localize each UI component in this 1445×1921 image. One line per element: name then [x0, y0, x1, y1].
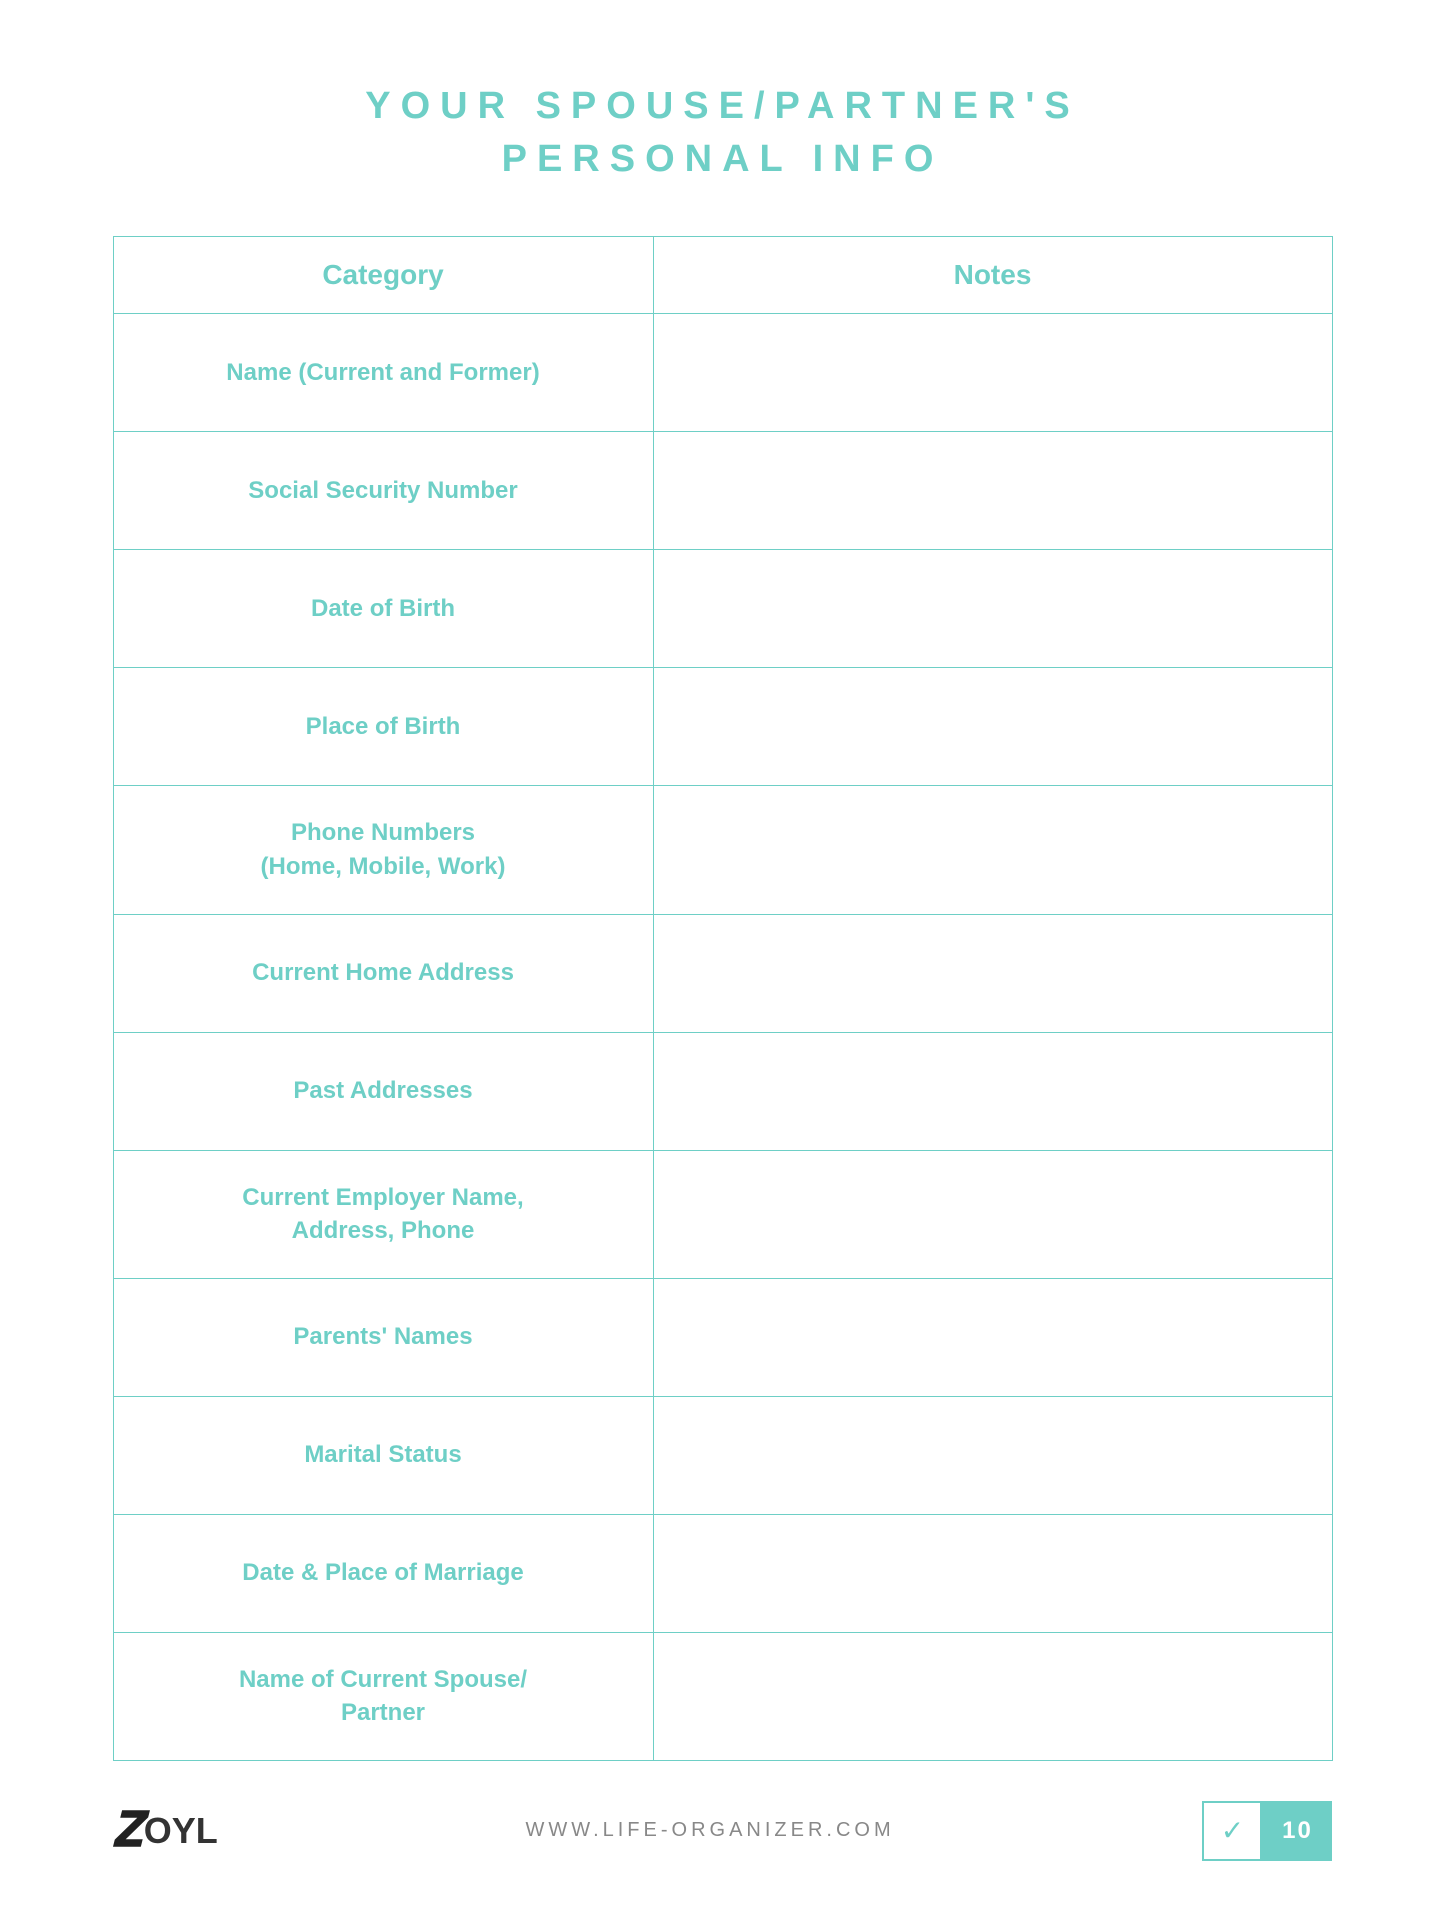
notes-cell-marital[interactable] — [654, 1397, 1332, 1514]
table-row: Current Employer Name,Address, Phone — [114, 1151, 1332, 1279]
footer-page: ✓ 10 — [1202, 1801, 1332, 1861]
footer-logo: 𝐙 OYL — [113, 1803, 218, 1859]
footer: 𝐙 OYL WWW.LIFE-ORGANIZER.COM ✓ 10 — [113, 1801, 1333, 1861]
title-line1: YOUR SPOUSE/PARTNER'S — [365, 85, 1080, 127]
check-icon: ✓ — [1221, 1814, 1244, 1848]
notes-cell-name[interactable] — [654, 314, 1332, 431]
table-row: Marital Status — [114, 1397, 1332, 1515]
table-header: Category Notes — [114, 237, 1332, 314]
table-row: Name of Current Spouse/Partner — [114, 1633, 1332, 1760]
footer-url: WWW.LIFE-ORGANIZER.COM — [526, 1819, 895, 1842]
notes-cell-parents[interactable] — [654, 1279, 1332, 1396]
notes-cell-dob[interactable] — [654, 550, 1332, 667]
table-row: Date of Birth — [114, 550, 1332, 668]
category-cell-dob: Date of Birth — [114, 550, 654, 667]
info-table: Category Notes Name (Current and Former)… — [113, 236, 1333, 1761]
category-header: Category — [114, 237, 654, 313]
page-number-box: 10 — [1262, 1801, 1332, 1861]
category-cell-past-addresses: Past Addresses — [114, 1033, 654, 1150]
table-row: Name (Current and Former) — [114, 314, 1332, 432]
notes-cell-spouse[interactable] — [654, 1633, 1332, 1760]
table-row: Past Addresses — [114, 1033, 1332, 1151]
category-cell-pob: Place of Birth — [114, 668, 654, 785]
category-cell-marital: Marital Status — [114, 1397, 654, 1514]
table-row: Parents' Names — [114, 1279, 1332, 1397]
notes-cell-pob[interactable] — [654, 668, 1332, 785]
category-cell-name: Name (Current and Former) — [114, 314, 654, 431]
table-row: Phone Numbers(Home, Mobile, Work) — [114, 786, 1332, 914]
category-cell-address: Current Home Address — [114, 915, 654, 1032]
category-cell-marriage: Date & Place of Marriage — [114, 1515, 654, 1632]
table-row: Current Home Address — [114, 915, 1332, 1033]
category-cell-spouse: Name of Current Spouse/Partner — [114, 1633, 654, 1760]
table-row: Place of Birth — [114, 668, 1332, 786]
notes-cell-address[interactable] — [654, 915, 1332, 1032]
table-row: Social Security Number — [114, 432, 1332, 550]
category-cell-phone: Phone Numbers(Home, Mobile, Work) — [114, 786, 654, 913]
title-line2: PERSONAL INFO — [502, 138, 944, 180]
page-number: 10 — [1282, 1817, 1313, 1845]
logo-z-icon: 𝐙 — [113, 1803, 142, 1859]
notes-cell-marriage[interactable] — [654, 1515, 1332, 1632]
notes-header: Notes — [654, 237, 1332, 313]
table-row: Date & Place of Marriage — [114, 1515, 1332, 1633]
notes-cell-employer[interactable] — [654, 1151, 1332, 1278]
check-box: ✓ — [1202, 1801, 1262, 1861]
page-title: YOUR SPOUSE/PARTNER'S PERSONAL INFO — [365, 80, 1080, 186]
notes-cell-past-addresses[interactable] — [654, 1033, 1332, 1150]
notes-cell-ssn[interactable] — [654, 432, 1332, 549]
page: YOUR SPOUSE/PARTNER'S PERSONAL INFO Cate… — [0, 0, 1445, 1921]
category-cell-employer: Current Employer Name,Address, Phone — [114, 1151, 654, 1278]
logo-oyl-text: OYL — [144, 1810, 218, 1852]
category-cell-parents: Parents' Names — [114, 1279, 654, 1396]
notes-cell-phone[interactable] — [654, 786, 1332, 913]
category-cell-ssn: Social Security Number — [114, 432, 654, 549]
